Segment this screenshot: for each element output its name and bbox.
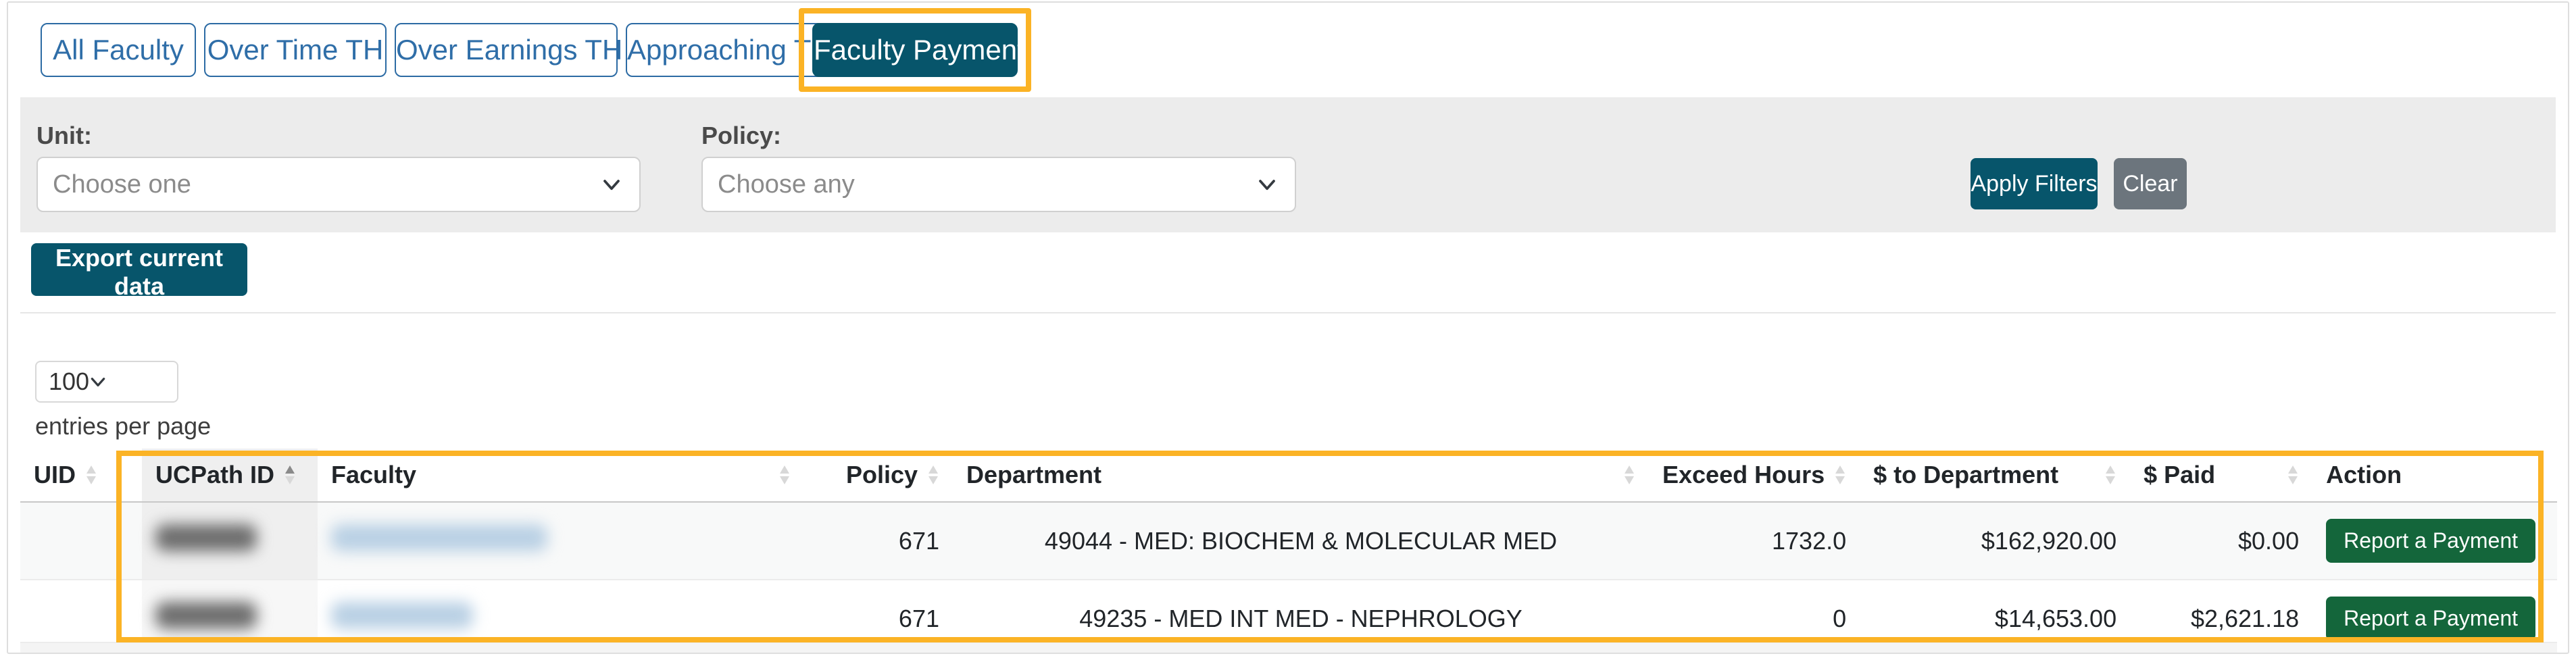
column-header-uid[interactable]: UID <box>20 449 142 502</box>
policy-select[interactable]: Choose any <box>701 157 1296 212</box>
table-row: 671 49044 - MED: BIOCHEM & MOLECULAR MED… <box>20 502 2557 580</box>
sort-ascending-icon <box>284 461 296 488</box>
column-header-action: Action <box>2312 449 2557 502</box>
redacted-value <box>155 602 257 629</box>
sort-icon <box>1834 461 1846 488</box>
column-header-paid[interactable]: $ Paid <box>2130 449 2312 502</box>
redacted-value <box>331 602 473 629</box>
chevron-down-icon <box>1257 174 1277 195</box>
faculty-payments-table-wrapper: UID UCPath ID <box>20 449 2557 654</box>
faculty-payments-table: UID UCPath ID <box>20 449 2557 654</box>
column-header-label: Policy <box>846 461 918 489</box>
clear-filters-button[interactable]: Clear <box>2114 158 2187 209</box>
entries-per-page-control: 100 entries per page <box>35 361 211 440</box>
faculty-payments-page: All Faculty Over Time TH Over Earnings T… <box>7 1 2569 654</box>
table-footer-strip <box>20 642 2557 654</box>
column-header-to-department[interactable]: $ to Department <box>1860 449 2130 502</box>
sort-icon <box>85 461 97 488</box>
tab-over-time-th[interactable]: Over Time TH <box>204 23 387 77</box>
unit-select-value: Choose one <box>53 170 191 199</box>
column-header-label: Department <box>966 461 1101 489</box>
policy-label: Policy: <box>701 122 781 150</box>
cell-faculty <box>318 502 804 580</box>
tab-faculty-payments[interactable]: Faculty Payments <box>812 23 1018 77</box>
column-header-policy[interactable]: Policy <box>804 449 953 502</box>
cell-exceed-hours: 1732.0 <box>1649 502 1860 580</box>
table-body: 671 49044 - MED: BIOCHEM & MOLECULAR MED… <box>20 502 2557 654</box>
column-header-label: $ to Department <box>1873 461 2058 489</box>
cell-uid <box>20 502 142 580</box>
chevron-down-icon <box>89 373 107 390</box>
chevron-down-icon <box>601 174 622 195</box>
export-toolbar: Export current data <box>20 232 2556 313</box>
table-head: UID UCPath ID <box>20 449 2557 502</box>
sort-icon <box>2104 461 2116 488</box>
cell-policy: 671 <box>804 502 953 580</box>
sort-icon <box>927 461 939 488</box>
sort-icon <box>1623 461 1635 488</box>
tab-all-faculty[interactable]: All Faculty <box>41 23 196 77</box>
policy-select-value: Choose any <box>718 170 855 199</box>
entries-per-page-select[interactable]: 100 <box>35 361 178 403</box>
redacted-value <box>331 524 547 551</box>
unit-select[interactable]: Choose one <box>36 157 641 212</box>
column-header-faculty[interactable]: Faculty <box>318 449 804 502</box>
table-header-row: UID UCPath ID <box>20 449 2557 502</box>
column-header-ucpath-id[interactable]: UCPath ID <box>142 449 318 502</box>
apply-filters-button[interactable]: Apply Filters <box>1971 158 2098 209</box>
filter-bar: Unit: Choose one Policy: Choose any Appl… <box>20 97 2556 232</box>
cell-ucpath-id <box>142 502 318 580</box>
column-header-label: UID <box>34 461 76 489</box>
cell-to-department: $162,920.00 <box>1860 502 2130 580</box>
unit-label: Unit: <box>36 122 92 150</box>
sort-icon <box>778 461 791 488</box>
tab-over-earnings-th[interactable]: Over Earnings TH <box>395 23 618 77</box>
column-header-label: Action <box>2326 461 2402 489</box>
column-header-label: $ Paid <box>2144 461 2215 489</box>
column-header-label: Exceed Hours <box>1662 461 1825 489</box>
column-header-label: Faculty <box>331 461 416 489</box>
tab-strip: All Faculty Over Time TH Over Earnings T… <box>8 3 2568 97</box>
column-header-label: UCPath ID <box>155 461 274 489</box>
column-header-exceed-hours[interactable]: Exceed Hours <box>1649 449 1860 502</box>
report-a-payment-button[interactable]: Report a Payment <box>2326 519 2535 563</box>
tab-approaching-th[interactable]: Approaching TH <box>626 23 828 77</box>
cell-department: 49044 - MED: BIOCHEM & MOLECULAR MED <box>953 502 1649 580</box>
report-a-payment-button[interactable]: Report a Payment <box>2326 597 2535 640</box>
column-header-department[interactable]: Department <box>953 449 1649 502</box>
entries-per-page-value: 100 <box>49 368 89 396</box>
export-current-data-button[interactable]: Export current data <box>31 243 247 296</box>
cell-action: Report a Payment <box>2312 502 2557 580</box>
cell-paid: $0.00 <box>2130 502 2312 580</box>
sort-icon <box>2287 461 2299 488</box>
redacted-value <box>155 524 257 551</box>
entries-per-page-label: entries per page <box>35 412 211 440</box>
